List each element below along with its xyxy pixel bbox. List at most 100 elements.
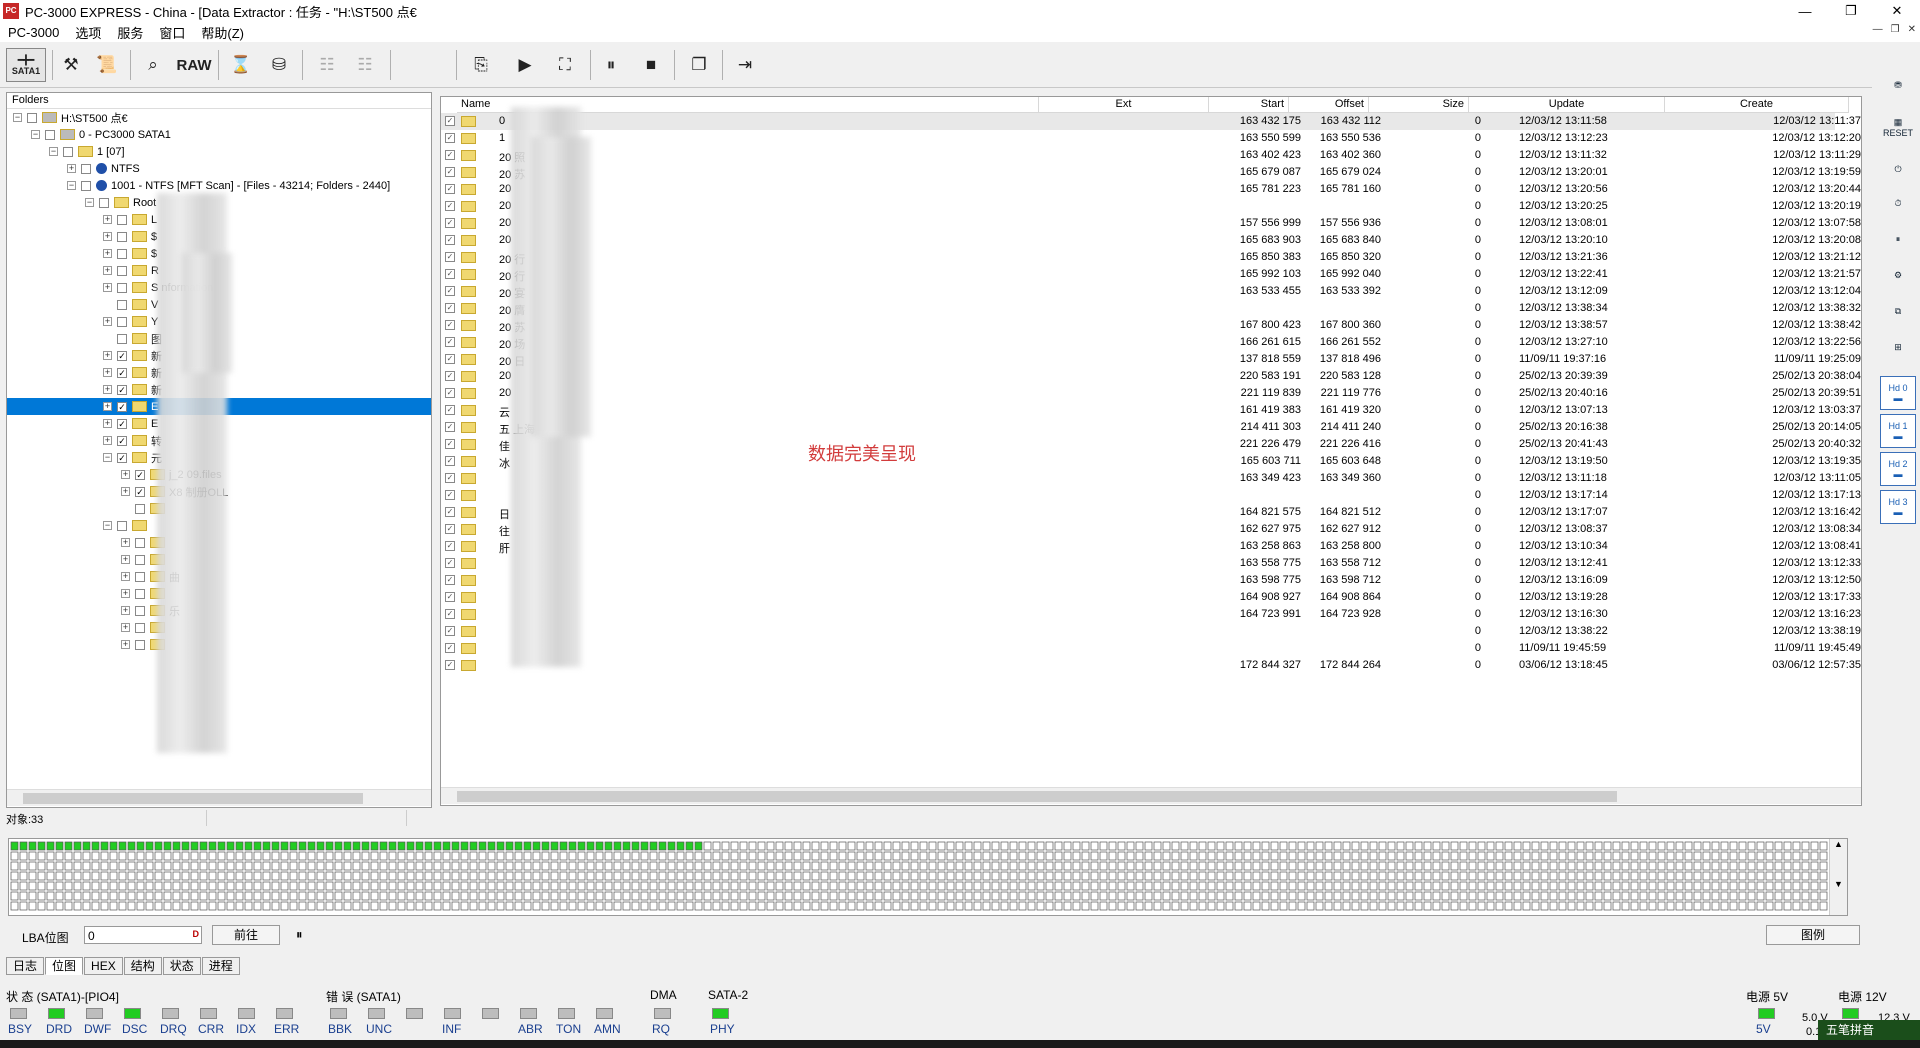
- tree-node[interactable]: + R: [103, 262, 159, 279]
- expand-toggle-icon[interactable]: +: [121, 470, 130, 479]
- tree-checkbox[interactable]: ✓: [135, 469, 145, 480]
- row-checkbox[interactable]: ✓: [445, 609, 455, 619]
- list-row[interactable]: ✓20 行165 992 103165 992 040012/03/12 13:…: [441, 266, 1861, 283]
- row-checkbox[interactable]: ✓: [445, 388, 455, 398]
- list-row[interactable]: ✓20 场166 261 615166 261 552012/03/12 13:…: [441, 334, 1861, 351]
- list-row[interactable]: ✓ 20 165 683 903 165 683 840 0 12/03/12 13:20…: [441, 232, 1861, 249]
- save-task-icon[interactable]: ⎘: [464, 48, 498, 82]
- tree-checkbox[interactable]: [117, 282, 127, 293]
- list-row[interactable]: ✓ 云 161 419 383 161 419 320 0 12/03/12 13:07:…: [441, 402, 1861, 419]
- expand-toggle-icon[interactable]: +: [103, 385, 112, 394]
- tree-checkbox[interactable]: ✓: [117, 435, 127, 446]
- hd2-button[interactable]: Hd 2 ▬: [1880, 452, 1916, 486]
- tree-node[interactable]: −✓元: [103, 449, 162, 466]
- tree-checkbox[interactable]: [117, 248, 127, 259]
- expand-toggle-icon[interactable]: +: [103, 266, 112, 275]
- hourglass-icon[interactable]: ⌛: [224, 48, 258, 82]
- tree-checkbox[interactable]: [135, 503, 145, 514]
- row-checkbox[interactable]: ✓: [445, 184, 455, 194]
- list-row[interactable]: ✓ 20 220 583 191 220 583 128 0 25/02/13 20:39…: [441, 368, 1861, 385]
- tree-checkbox[interactable]: [27, 112, 37, 123]
- column-size[interactable]: Size: [1369, 97, 1469, 113]
- go-button[interactable]: 前往: [212, 925, 280, 945]
- tab-process[interactable]: 进程: [201, 957, 240, 975]
- tree-node[interactable]: +✓新: [103, 364, 162, 381]
- tree-checkbox[interactable]: [117, 316, 127, 327]
- tree-checkbox[interactable]: [135, 571, 145, 582]
- mdi-restore-button[interactable]: ❐: [1891, 24, 1900, 35]
- list-row[interactable]: ✓ 20 0 12/03/12 13:20:25 12/03/12 13:20:19: [441, 198, 1861, 215]
- tree-checkbox[interactable]: [135, 537, 145, 548]
- list-row[interactable]: ✓ 163 598 775 163 598 712 0 12/03/12 13:16:0…: [441, 572, 1861, 589]
- expand-toggle-icon[interactable]: +: [103, 232, 112, 241]
- mdi-close-button[interactable]: ✕: [1908, 24, 1916, 35]
- restore-button[interactable]: ❐: [1828, 0, 1874, 22]
- tree-node[interactable]: + $: [103, 245, 157, 262]
- tree-checkbox[interactable]: [135, 605, 145, 616]
- list-row[interactable]: ✓ 肝 163 258 863 163 258 800 0 12/03/12 13:10:…: [441, 538, 1861, 555]
- row-checkbox[interactable]: ✓: [445, 201, 455, 211]
- exit-icon[interactable]: ⇥: [728, 48, 762, 82]
- bitmap-vscrollbar[interactable]: ▲ ▼: [1829, 839, 1847, 915]
- row-checkbox[interactable]: ✓: [445, 643, 455, 653]
- copy-icon[interactable]: ⧉: [1880, 294, 1916, 328]
- list-row[interactable]: ✓ 0 11/09/11 19:45:59 11/09/11 19:45:49: [441, 640, 1861, 657]
- hd1-button[interactable]: Hd 1 ▬: [1880, 414, 1916, 448]
- row-checkbox[interactable]: ✓: [445, 660, 455, 670]
- list-row[interactable]: ✓20 宴163 533 455163 533 392012/03/12 13:…: [441, 283, 1861, 300]
- list-row[interactable]: ✓ 163 558 775 163 558 712 0 12/03/12 13:12:4…: [441, 555, 1861, 572]
- row-checkbox[interactable]: ✓: [445, 252, 455, 262]
- list-row[interactable]: ✓ 20 157 556 999 157 556 936 0 12/03/12 13:08…: [441, 215, 1861, 232]
- expand-toggle-icon[interactable]: +: [103, 249, 112, 258]
- expand-toggle-icon[interactable]: +: [121, 538, 130, 547]
- row-checkbox[interactable]: ✓: [445, 337, 455, 347]
- list-row[interactable]: ✓20 苏165 679 087165 679 024012/03/12 13:…: [441, 164, 1861, 181]
- tree-checkbox[interactable]: [135, 588, 145, 599]
- menu-window[interactable]: 窗口: [151, 23, 193, 42]
- connector-icon[interactable]: ⊞: [1880, 330, 1916, 364]
- list-row[interactable]: ✓20 照163 402 423163 402 360012/03/12 13:…: [441, 147, 1861, 164]
- list-row[interactable]: ✓20 日137 818 559137 818 496011/09/11 19:…: [441, 351, 1861, 368]
- tree-hscrollbar[interactable]: [7, 789, 431, 806]
- tree-checkbox[interactable]: [45, 129, 55, 140]
- row-checkbox[interactable]: ✓: [445, 371, 455, 381]
- tab-bitmap[interactable]: 位图: [45, 957, 84, 975]
- list-row[interactable]: ✓ 20 221 119 839 221 119 776 0 25/02/13 20:40…: [441, 385, 1861, 402]
- tree-node[interactable]: −1001 - NTFS [MFT Scan] - [Files - 43214…: [67, 177, 390, 194]
- tab-hex[interactable]: HEX: [84, 957, 123, 975]
- column-create[interactable]: Create: [1665, 97, 1849, 113]
- tree-node[interactable]: + L: [103, 211, 157, 228]
- tree-checkbox[interactable]: [117, 333, 127, 344]
- column-start[interactable]: Start: [1209, 97, 1289, 113]
- tree-checkbox[interactable]: [135, 639, 145, 650]
- row-checkbox[interactable]: ✓: [445, 575, 455, 585]
- tree-checkbox[interactable]: ✓: [117, 350, 127, 361]
- row-checkbox[interactable]: ✓: [445, 592, 455, 602]
- list-row[interactable]: ✓ 往 162 627 975 162 627 912 0 12/03/12 13:08:…: [441, 521, 1861, 538]
- tree-node[interactable]: − H:\ST500 点€: [13, 109, 128, 126]
- mdi-minimize-button[interactable]: —: [1873, 24, 1883, 35]
- tree-checkbox[interactable]: ✓: [117, 452, 127, 463]
- list-row[interactable]: ✓ 20 165 781 223 165 781 160 0 12/03/12 13:20…: [441, 181, 1861, 198]
- binoculars-icon[interactable]: ⌕: [136, 48, 170, 82]
- lba-bitmap[interactable]: ▲ ▼: [8, 838, 1848, 916]
- hd0-button[interactable]: Hd 0 ▬: [1880, 376, 1916, 410]
- row-checkbox[interactable]: ✓: [445, 626, 455, 636]
- menu-help[interactable]: 帮助(Z): [193, 23, 252, 42]
- tree-checkbox[interactable]: [81, 180, 91, 191]
- list-row[interactable]: ✓20 苏167 800 423167 800 360012/03/12 13:…: [441, 317, 1861, 334]
- expand-toggle-icon[interactable]: +: [121, 555, 130, 564]
- row-checkbox[interactable]: ✓: [445, 490, 455, 500]
- expand-toggle-icon[interactable]: +: [103, 436, 112, 445]
- list-row[interactable]: ✓ 日 164 821 575 164 821 512 0 12/03/12 13:17…: [441, 504, 1861, 521]
- lba-input[interactable]: 0 D: [84, 926, 202, 944]
- network-icon[interactable]: ⛶: [548, 48, 582, 82]
- minimize-button[interactable]: —: [1782, 0, 1828, 22]
- tree-expand-icon[interactable]: ☷: [348, 48, 382, 82]
- expand-toggle-icon[interactable]: +: [121, 606, 130, 615]
- list-row[interactable]: ✓ 164 723 991 164 723 928 0 12/03/12 13:16:3…: [441, 606, 1861, 623]
- list-row[interactable]: ✓ 0 163 432 175 163 432 112 0 12/03/12 13:11:…: [441, 113, 1861, 130]
- disk-export-icon[interactable]: ⛁: [262, 48, 296, 82]
- tree-checkbox[interactable]: [135, 554, 145, 565]
- row-checkbox[interactable]: ✓: [445, 507, 455, 517]
